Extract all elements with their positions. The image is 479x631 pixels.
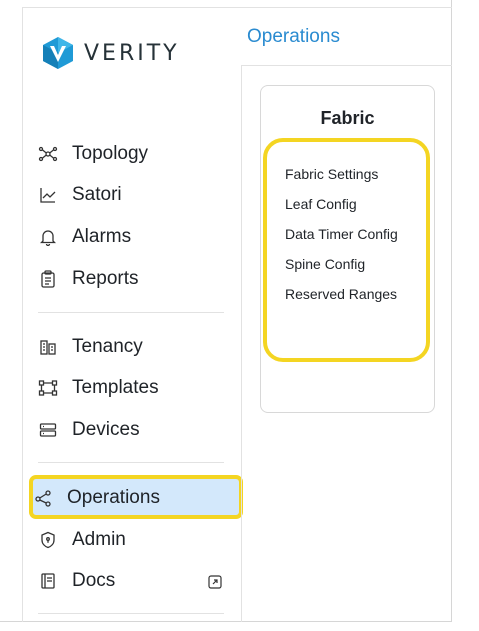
logo: VERITY [42,36,180,70]
templates-icon [38,378,58,398]
sidebar-item-label: Tenancy [72,336,143,357]
sidebar-item-admin[interactable]: Admin [38,522,228,558]
devices-icon [38,420,58,440]
sidebar-item-label: Topology [72,143,149,164]
chart-icon [38,185,58,205]
sidebar-item-docs[interactable]: Docs [38,563,228,599]
logo-text: VERITY [84,40,180,66]
sidebar-item-label: Admin [72,529,126,550]
leaf-config-link[interactable]: Leaf Config [285,196,357,212]
external-link-icon[interactable] [208,573,222,589]
sidebar-item-label: Devices [72,419,140,440]
sidebar-divider [38,462,224,463]
fabric-settings-link[interactable]: Fabric Settings [285,166,378,182]
bell-icon [38,227,58,247]
sidebar-item-label: Alarms [72,226,132,247]
report-icon [38,269,58,289]
spine-config-link[interactable]: Spine Config [285,256,365,272]
card-title: Fabric [320,108,375,128]
sidebar-item-operations[interactable]: Operations [33,480,223,516]
sidebar-divider [38,613,224,614]
verity-logo-icon [43,37,73,69]
operations-icon [33,488,53,508]
sidebar-item-label: Satori [72,184,122,205]
sidebar-item-label: Templates [72,377,159,398]
sidebar-item-alarms[interactable]: Alarms [38,219,228,255]
book-icon [38,571,58,591]
sidebar-item-label: Docs [72,570,116,591]
shield-icon [38,530,58,550]
sidebar-item-topology[interactable]: Topology [38,136,228,172]
reserved-ranges-link[interactable]: Reserved Ranges [285,286,397,302]
sidebar-item-label: Reports [72,268,139,289]
sidebar-item-tenancy[interactable]: Tenancy [38,329,228,365]
sidebar-item-devices[interactable]: Devices [38,412,228,448]
sidebar-item-label: Operations [67,487,160,508]
sidebar-item-reports[interactable]: Reports [38,261,228,297]
sidebar-item-satori[interactable]: Satori [38,177,228,213]
topology-icon [38,144,58,164]
page-title: Operations [247,26,340,47]
sidebar-divider [38,312,224,313]
sidebar-item-templates[interactable]: Templates [38,370,228,406]
data-timer-config-link[interactable]: Data Timer Config [285,226,398,242]
tenancy-icon [38,337,58,357]
